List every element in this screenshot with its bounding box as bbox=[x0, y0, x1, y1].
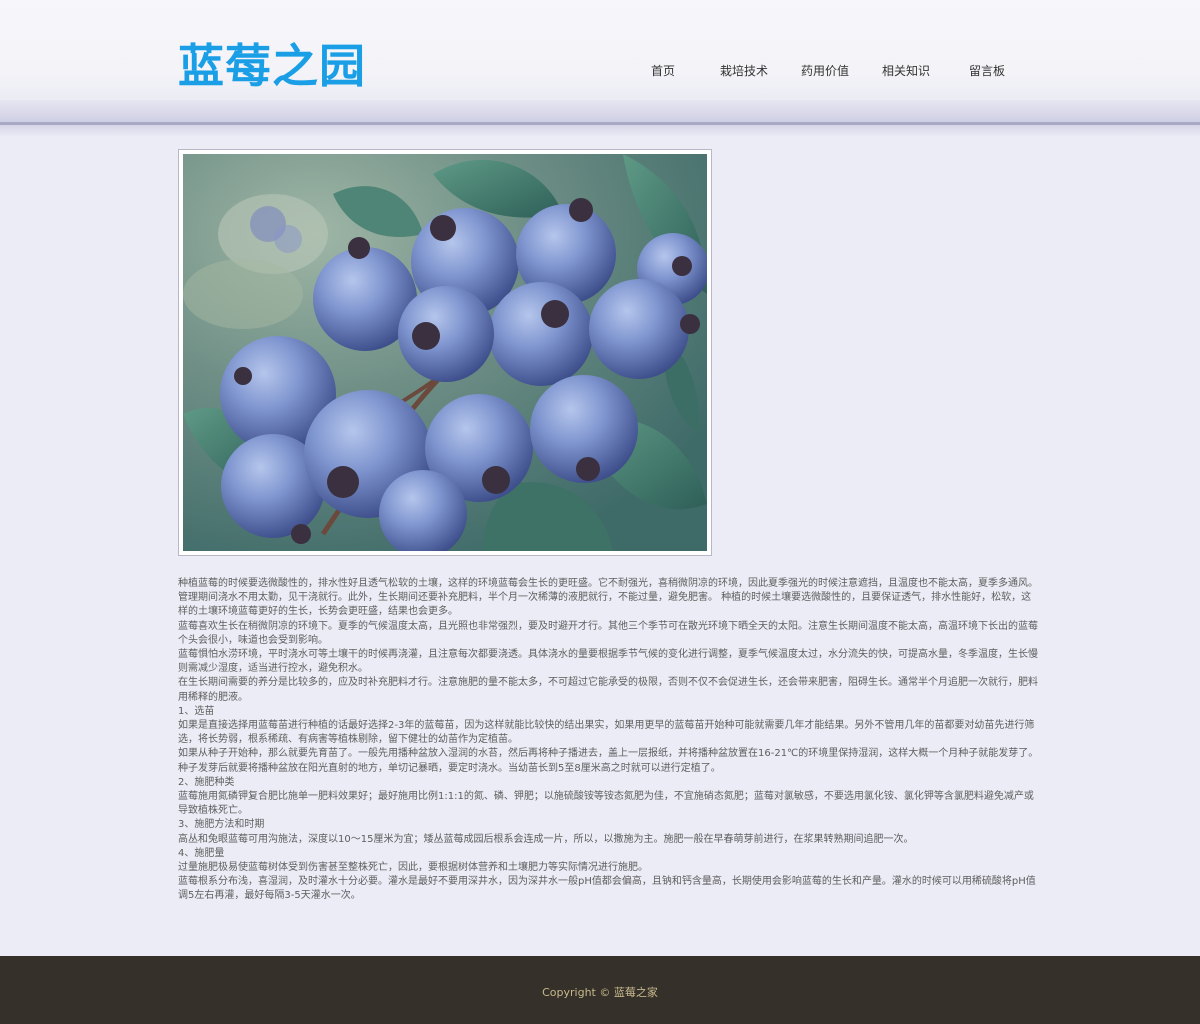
section-heading: 3、施肥方法和时期 bbox=[178, 819, 265, 831]
article-paragraph: 蓝莓惧怕水涝环境，平时浇水可等土壤干的时候再浇灌，且注意每次都要浇透。具体浇水的… bbox=[178, 649, 1038, 675]
article-body: 种植蓝莓的时候要选微酸性的，排水性好且透气松软的土壤，这样的环境蓝莓会生长的更旺… bbox=[178, 577, 1040, 904]
nav-item-guestbook[interactable]: 留言板 bbox=[969, 62, 1005, 79]
nav-item-cultivation[interactable]: 栽培技术 bbox=[720, 62, 768, 79]
article-paragraph: 蓝莓施用氮磷钾复合肥比施单一肥料效果好；最好施用比例1:1:1的氮、磷、钾肥；以… bbox=[178, 791, 1034, 817]
article-paragraph: 如果从种子开始种，那么就要先育苗了。一般先用播种盆放入湿润的水苔，然后再将种子播… bbox=[178, 748, 1039, 774]
section-heading: 1、选苗 bbox=[178, 705, 215, 717]
nav-item-knowledge[interactable]: 相关知识 bbox=[882, 62, 930, 79]
header-band bbox=[0, 100, 1200, 122]
article-paragraph: 蓝莓根系分布浅，喜湿润，及时灌水十分必要。灌水是最好不要用深井水，因为深井水一般… bbox=[178, 876, 1036, 902]
footer-copyright: Copyright © 蓝莓之家 bbox=[542, 986, 658, 999]
section-heading: 2、施肥种类 bbox=[178, 776, 235, 788]
blueberry-photo bbox=[183, 154, 707, 551]
article-paragraph: 种植蓝莓的时候要选微酸性的，排水性好且透气松软的土壤，这样的环境蓝莓会生长的更旺… bbox=[178, 578, 1038, 618]
article-paragraph: 在生长期间需要的养分是比较多的，应及时补充肥料才行。注意施肥的量不能太多，不可超… bbox=[178, 677, 1038, 703]
section-heading: 4、施肥量 bbox=[178, 847, 225, 859]
article-paragraph: 如果是直接选择用蓝莓苗进行种植的话最好选择2-3年的蓝莓苗，因为这样就能比较快的… bbox=[178, 720, 1035, 746]
header-shadow bbox=[0, 125, 1200, 137]
nav-item-medicinal[interactable]: 药用价值 bbox=[801, 62, 849, 79]
article-paragraph: 高丛和兔眼蓝莓可用沟施法，深度以10～15厘米为宜；矮丛蓝莓成园后根系会连成一片… bbox=[178, 833, 914, 845]
article-image-frame bbox=[178, 149, 712, 556]
article-paragraph: 蓝莓喜欢生长在稍微阴凉的环境下。夏季的气候温度太高，且光照也非常强烈，要及时避开… bbox=[178, 620, 1038, 646]
site-logo[interactable]: 蓝莓之园 bbox=[178, 38, 366, 94]
article-paragraph: 过量施肥极易使蓝莓树体受到伤害甚至整株死亡，因此，要根据树体营养和土壤肥力等实际… bbox=[178, 862, 648, 874]
nav-item-home[interactable]: 首页 bbox=[651, 62, 675, 79]
